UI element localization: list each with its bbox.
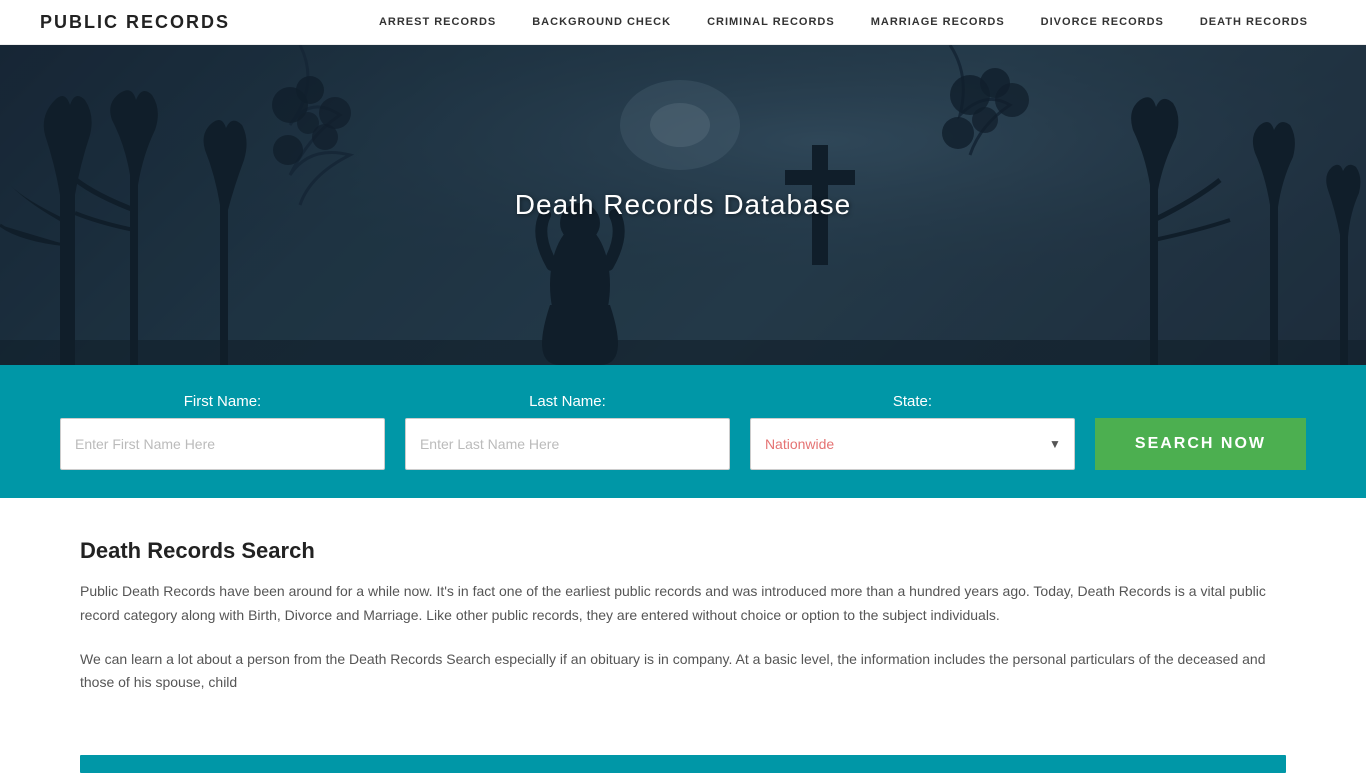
first-name-field: First Name: [60,393,385,470]
nav-marriage-records[interactable]: MARRIAGE RECORDS [853,0,1023,45]
state-label: State: [750,393,1075,410]
site-logo[interactable]: PUBLIC RECORDS [40,12,230,33]
content-section: Death Records Search Public Death Record… [0,498,1366,745]
content-para-1: Public Death Records have been around fo… [80,580,1280,628]
main-nav: ARREST RECORDS BACKGROUND CHECK CRIMINAL… [361,0,1326,45]
hero-section: Death Records Database [0,45,1366,365]
search-now-button[interactable]: SEARCH NOW [1095,418,1306,470]
bottom-accent-bar [80,755,1286,773]
nav-divorce-records[interactable]: DIVORCE RECORDS [1023,0,1182,45]
search-bar: First Name: Last Name: State: Nationwide… [0,365,1366,498]
site-header: PUBLIC RECORDS ARREST RECORDS BACKGROUND… [0,0,1366,45]
content-title: Death Records Search [80,538,1286,564]
content-para-2: We can learn a lot about a person from t… [80,648,1280,696]
state-select[interactable]: NationwideAlabamaAlaskaArizonaArkansasCa… [750,418,1075,470]
state-field: State: NationwideAlabamaAlaskaArizonaArk… [750,393,1075,470]
hero-title: Death Records Database [515,189,851,221]
first-name-input[interactable] [60,418,385,470]
last-name-label: Last Name: [405,393,730,410]
nav-background-check[interactable]: BACKGROUND CHECK [514,0,689,45]
last-name-input[interactable] [405,418,730,470]
nav-criminal-records[interactable]: CRIMINAL RECORDS [689,0,853,45]
last-name-field: Last Name: [405,393,730,470]
first-name-label: First Name: [60,393,385,410]
nav-death-records[interactable]: DEATH RECORDS [1182,0,1326,45]
nav-arrest-records[interactable]: ARREST RECORDS [361,0,514,45]
state-select-wrapper: NationwideAlabamaAlaskaArizonaArkansasCa… [750,418,1075,470]
